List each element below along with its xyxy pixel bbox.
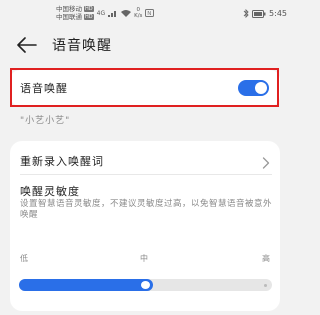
sensitivity-title: 唤醒灵敏度 [20, 185, 80, 198]
battery-icon [252, 9, 266, 18]
carrier-1: 中国移动 [56, 5, 82, 13]
tick-high: 高 [262, 254, 270, 263]
status-right: 5:45 [243, 9, 287, 18]
page-title: 语音唤醒 [52, 38, 112, 54]
clock: 5:45 [269, 9, 287, 18]
wifi-icon [121, 9, 132, 17]
sensitivity-slider[interactable] [19, 279, 272, 291]
wake-toggle-label: 语音唤醒 [20, 82, 68, 95]
carrier-row-2: 中国联通 HD [56, 13, 94, 21]
slider-thumb[interactable] [141, 281, 150, 289]
hd-badge-2: HD [84, 14, 94, 20]
nfc-icon: N [145, 9, 155, 17]
divider [20, 174, 272, 175]
wake-word-hint: "小艺小艺" [20, 116, 71, 126]
wake-toggle-switch[interactable] [238, 80, 269, 96]
bluetooth-icon [243, 9, 249, 18]
slider-end-dot [264, 284, 267, 287]
sensitivity-description: 设置智慧语音灵敏度，不建议灵敏度过高，以免智慧语音被意外唤醒 [20, 199, 273, 220]
re-enroll-wake-word-item[interactable]: 重新录入唤醒词 [20, 153, 104, 169]
carrier-2: 中国联通 [56, 13, 82, 21]
app-bar: 语音唤醒 [0, 28, 293, 62]
speed-unit: K/s [134, 13, 143, 19]
arrow-left-icon[interactable] [17, 37, 37, 53]
net-speed: 0 K/s [134, 7, 142, 19]
tick-mid: 中 [140, 254, 148, 263]
tick-low: 低 [20, 254, 28, 263]
signal-icon [108, 9, 118, 17]
slider-fill [19, 279, 153, 291]
carrier-stack: 中国移动 HD 中国联通 HD [56, 5, 94, 21]
net-type: 4G [96, 9, 106, 17]
toggle-knob [255, 82, 267, 94]
status-bar: 中国移动 HD 中国联通 HD 4G 0 K/s N 5:45 [0, 0, 293, 28]
hd-badge-1: HD [84, 6, 94, 12]
carrier-row-1: 中国移动 HD [56, 5, 94, 13]
status-left: 中国移动 HD 中国联通 HD 4G 0 K/s N [56, 5, 155, 21]
nfc-badge: N [148, 11, 152, 17]
chevron-right-icon[interactable] [262, 154, 270, 169]
